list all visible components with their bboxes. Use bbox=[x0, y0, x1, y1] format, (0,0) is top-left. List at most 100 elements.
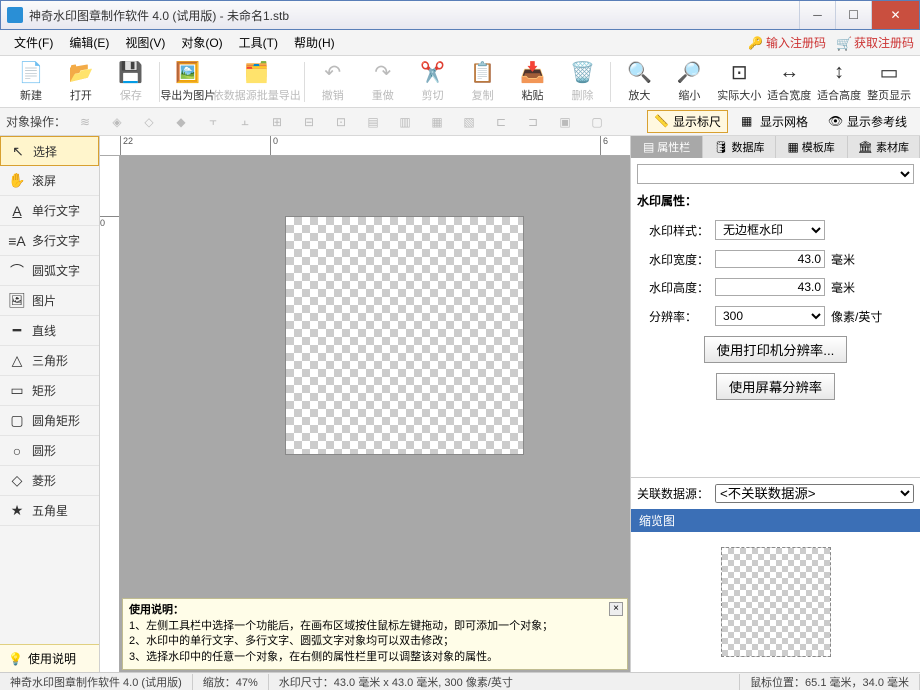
save-button[interactable]: 💾保存 bbox=[106, 58, 156, 106]
align7-icon[interactable]: ▥ bbox=[392, 111, 418, 133]
ruler-horizontal[interactable]: 22 0 6 bbox=[100, 136, 630, 156]
zoom-in-button[interactable]: 🔍放大 bbox=[614, 58, 664, 106]
grid-icon: ▦ bbox=[741, 114, 757, 130]
close-button[interactable]: ✕ bbox=[871, 1, 919, 29]
show-grid-toggle[interactable]: ▦显示网格 bbox=[734, 110, 815, 133]
hint-line1: 1、左侧工具栏中选择一个功能后，在画布区域按住鼠标左键拖动，即可添加一个对象； bbox=[129, 619, 621, 634]
ruler-icon: 📏 bbox=[654, 114, 670, 130]
batch-export-button[interactable]: 🗂️依数据源批量导出 bbox=[213, 58, 301, 106]
batch-icon: 🗂️ bbox=[245, 61, 269, 85]
tool-image[interactable]: 🖼图片 bbox=[0, 286, 99, 316]
object-selector[interactable] bbox=[637, 164, 914, 184]
assoc-select[interactable]: <不关联数据源> bbox=[715, 484, 914, 503]
status-size: 水印尺寸：43.0 毫米 x 43.0 毫米, 300 像素/英寸 bbox=[269, 674, 740, 690]
height-input[interactable] bbox=[715, 278, 825, 296]
fit-height-button[interactable]: ↕适合高度 bbox=[814, 58, 864, 106]
open-button[interactable]: 📂打开 bbox=[56, 58, 106, 106]
align3-icon[interactable]: ⊞ bbox=[264, 111, 290, 133]
layer4-icon[interactable]: ◆ bbox=[168, 111, 194, 133]
export-image-button[interactable]: 🖼️导出为图片 bbox=[163, 58, 213, 106]
tool-triangle[interactable]: △三角形 bbox=[0, 346, 99, 376]
app-icon bbox=[7, 7, 23, 23]
use-printer-dpi-button[interactable]: 使用打印机分辨率... bbox=[704, 336, 848, 363]
dpi-select[interactable]: 300 bbox=[715, 306, 825, 326]
status-zoom: 缩放：47% bbox=[193, 674, 269, 690]
show-guides-toggle[interactable]: 👁显示参考线 bbox=[821, 110, 914, 133]
new-button[interactable]: 📄新建 bbox=[6, 58, 56, 106]
actual-size-button[interactable]: ⊡实际大小 bbox=[714, 58, 764, 106]
ruler-vertical[interactable]: 0 bbox=[100, 156, 120, 672]
align2-icon[interactable]: ⫠ bbox=[232, 111, 258, 133]
hint-close-button[interactable]: × bbox=[609, 602, 623, 616]
style-label: 水印样式： bbox=[649, 222, 709, 239]
enter-key-link[interactable]: 输入注册码 bbox=[748, 34, 826, 51]
key-icon bbox=[748, 36, 762, 50]
width-input[interactable] bbox=[715, 250, 825, 268]
group-icon[interactable]: ▣ bbox=[552, 111, 578, 133]
align5-icon[interactable]: ⊡ bbox=[328, 111, 354, 133]
triangle-icon: △ bbox=[8, 352, 26, 369]
style-select[interactable]: 无边框水印 bbox=[715, 220, 825, 240]
tool-round-rect[interactable]: ▢圆角矩形 bbox=[0, 406, 99, 436]
help-button[interactable]: 💡使用说明 bbox=[0, 644, 99, 672]
align1-icon[interactable]: ⫟ bbox=[200, 111, 226, 133]
tool-arc-text[interactable]: ⌒圆弧文字 bbox=[0, 256, 99, 286]
undo-button[interactable]: ↶撤销 bbox=[308, 58, 358, 106]
right-tabs: ▤属性栏 🛢数据库 ▦模板库 🏛素材库 bbox=[631, 136, 920, 158]
layer-icon[interactable]: ≋ bbox=[72, 111, 98, 133]
cut-button[interactable]: ✂️剪切 bbox=[408, 58, 458, 106]
menu-help[interactable]: 帮助(H) bbox=[286, 31, 343, 54]
tab-properties[interactable]: ▤属性栏 bbox=[631, 136, 703, 158]
tab-templates[interactable]: ▦模板库 bbox=[776, 136, 848, 158]
dist1-icon[interactable]: ⊏ bbox=[488, 111, 514, 133]
align8-icon[interactable]: ▦ bbox=[424, 111, 450, 133]
tool-line[interactable]: ━直线 bbox=[0, 316, 99, 346]
copy-button[interactable]: 📋复制 bbox=[458, 58, 508, 106]
redo-button[interactable]: ↷重做 bbox=[358, 58, 408, 106]
tab-database[interactable]: 🛢数据库 bbox=[703, 136, 775, 158]
show-ruler-toggle[interactable]: 📏显示标尺 bbox=[647, 110, 728, 133]
ellipse-icon: ○ bbox=[8, 443, 26, 459]
align4-icon[interactable]: ⊟ bbox=[296, 111, 322, 133]
layer3-icon[interactable]: ◇ bbox=[136, 111, 162, 133]
menu-tools[interactable]: 工具(T) bbox=[231, 31, 286, 54]
menu-view[interactable]: 视图(V) bbox=[117, 31, 173, 54]
ungroup-icon[interactable]: ▢ bbox=[584, 111, 610, 133]
tool-star[interactable]: ★五角星 bbox=[0, 496, 99, 526]
delete-button[interactable]: 🗑️删除 bbox=[558, 58, 608, 106]
zoomout-icon: 🔎 bbox=[677, 61, 701, 85]
paste-button[interactable]: 📥粘贴 bbox=[508, 58, 558, 106]
tool-single-text[interactable]: A单行文字 bbox=[0, 196, 99, 226]
align9-icon[interactable]: ▧ bbox=[456, 111, 482, 133]
fit-width-button[interactable]: ↔适合宽度 bbox=[764, 58, 814, 106]
dist2-icon[interactable]: ⊐ bbox=[520, 111, 546, 133]
menu-file[interactable]: 文件(F) bbox=[6, 31, 61, 54]
status-mouse: 鼠标位置：65.1 毫米，34.0 毫米 bbox=[740, 674, 920, 690]
data-source-row: 关联数据源： <不关联数据源> bbox=[631, 477, 920, 509]
align6-icon[interactable]: ▤ bbox=[360, 111, 386, 133]
layer2-icon[interactable]: ◈ bbox=[104, 111, 130, 133]
tool-ellipse[interactable]: ○圆形 bbox=[0, 436, 99, 466]
object-ops-label: 对象操作： bbox=[6, 113, 66, 130]
arrow-icon: ↖ bbox=[9, 143, 27, 160]
menu-edit[interactable]: 编辑(E) bbox=[61, 31, 117, 54]
maximize-button[interactable]: ☐ bbox=[835, 1, 871, 29]
hand-icon: ✋ bbox=[8, 172, 26, 189]
get-key-link[interactable]: 获取注册码 bbox=[836, 34, 914, 51]
zoom-out-button[interactable]: 🔎缩小 bbox=[664, 58, 714, 106]
canvas-viewport[interactable]: × 使用说明： 1、左侧工具栏中选择一个功能后，在画布区域按住鼠标左键拖动，即可… bbox=[120, 156, 630, 672]
minimize-button[interactable]: ─ bbox=[799, 1, 835, 29]
tool-rect[interactable]: ▭矩形 bbox=[0, 376, 99, 406]
tool-select[interactable]: ↖选择 bbox=[0, 136, 99, 166]
tab-assets[interactable]: 🏛素材库 bbox=[848, 136, 920, 158]
watermark-canvas[interactable] bbox=[285, 216, 524, 455]
full-page-button[interactable]: ▭整页显示 bbox=[864, 58, 914, 106]
titlebar: 神奇水印图章制作软件 4.0 (试用版) - 未命名1.stb ─ ☐ ✕ bbox=[0, 0, 920, 30]
tool-diamond[interactable]: ◇菱形 bbox=[0, 466, 99, 496]
fith-icon: ↕ bbox=[827, 61, 851, 85]
menu-object[interactable]: 对象(O) bbox=[173, 31, 230, 54]
use-screen-dpi-button[interactable]: 使用屏幕分辨率 bbox=[716, 373, 835, 400]
fullpage-icon: ▭ bbox=[877, 61, 901, 85]
tool-multi-text[interactable]: ≡A多行文字 bbox=[0, 226, 99, 256]
tool-pan[interactable]: ✋滚屏 bbox=[0, 166, 99, 196]
